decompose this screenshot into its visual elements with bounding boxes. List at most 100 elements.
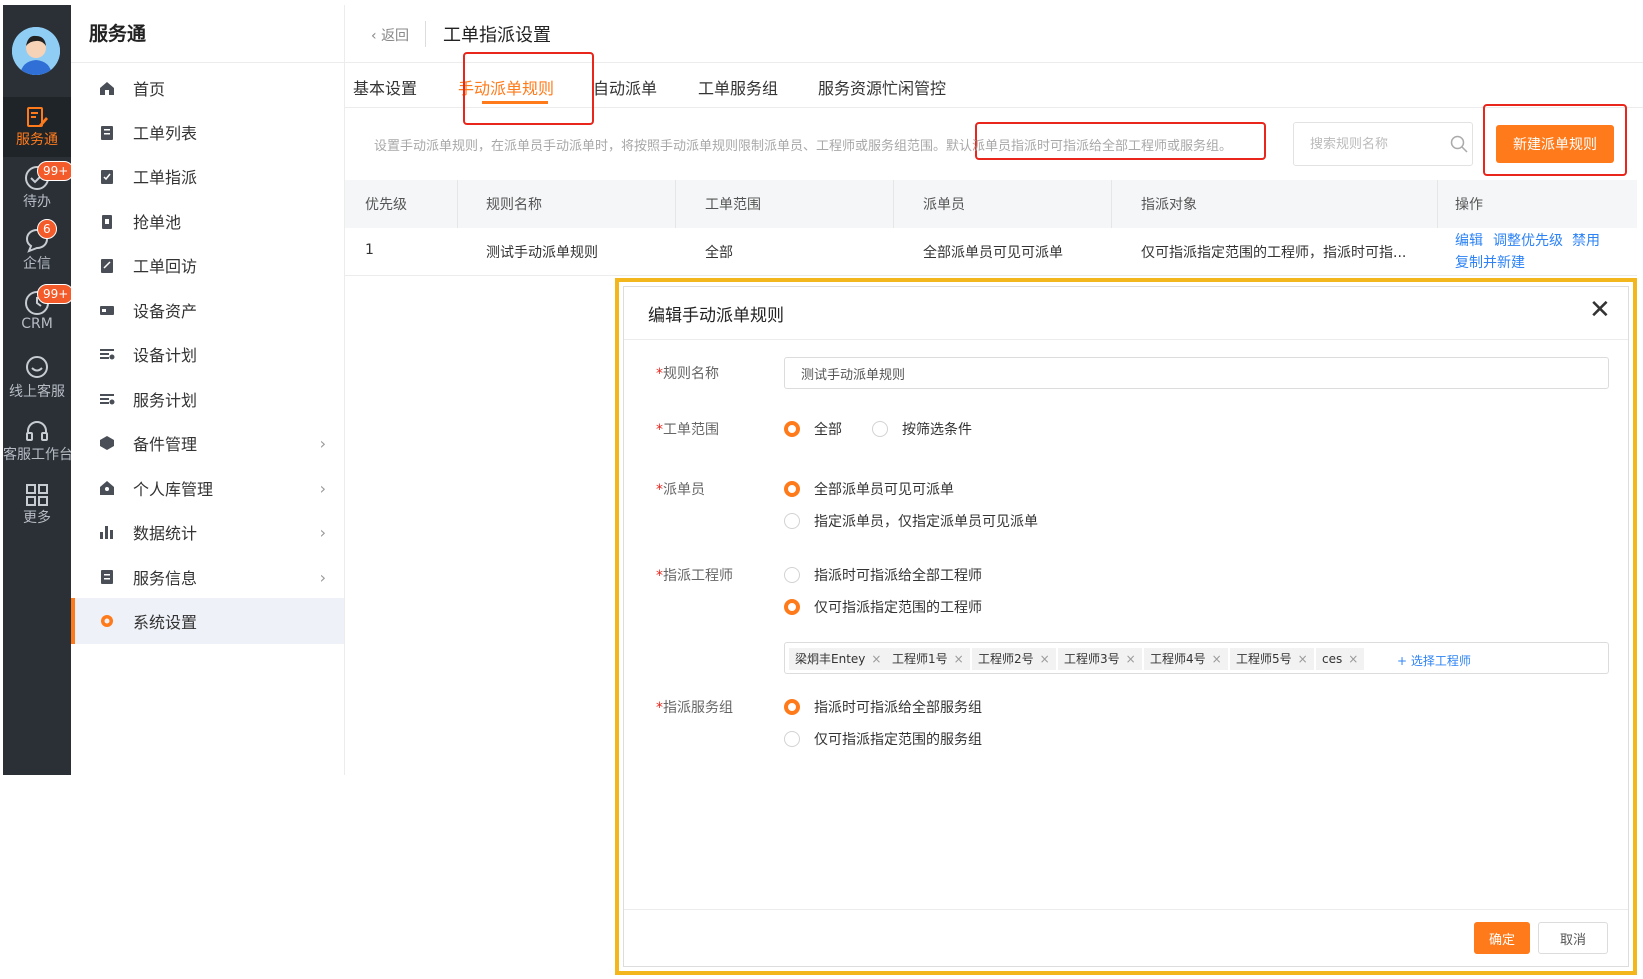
- tag-close-icon[interactable]: ×: [1126, 652, 1136, 666]
- scope-radio-all[interactable]: 全部: [784, 419, 842, 439]
- header-divider: [425, 21, 426, 47]
- edit-rule-dialog: 编辑手动派单规则 ✕ *规则名称 *工单范围 全部 按筛选条件 *派单员 全部派…: [623, 286, 1629, 967]
- sidebar-item-home[interactable]: 首页: [71, 65, 344, 111]
- rail-item-crm[interactable]: CRM 99+: [3, 284, 75, 345]
- select-engineer-link[interactable]: + 选择工程师: [1397, 652, 1471, 669]
- radio-label: 指定派单员，仅指定派单员可见派单: [814, 514, 1038, 530]
- rail-item-label: 待办: [23, 194, 51, 210]
- sidebar-item-label: 工单列表: [133, 124, 198, 143]
- sidebar-item-label: 设备计划: [133, 346, 198, 365]
- engineer-tag-input[interactable]: 梁炯丰Entey × 工程师1号 × 工程师2号 × 工程师3号 × 工程师4号 × 工程…: [784, 642, 1609, 674]
- cell-priority: 1: [365, 242, 374, 258]
- close-icon[interactable]: ✕: [1589, 297, 1611, 323]
- service-group-label: *指派服务组: [656, 700, 733, 716]
- sidebar-item-device-assets[interactable]: 设备资产: [71, 287, 344, 333]
- user-avatar[interactable]: [12, 27, 60, 75]
- sidebar-item-parts[interactable]: 备件管理 ›: [71, 420, 344, 466]
- col-target: 指派对象: [1141, 197, 1197, 213]
- group-radio-all[interactable]: 指派时可指派给全部服务组: [784, 697, 982, 717]
- sidebar-item-ticket-list[interactable]: 工单列表: [71, 109, 344, 155]
- sidebar-title: 服务通: [89, 23, 147, 45]
- avatar-icon: [12, 27, 60, 75]
- sidebar-item-ticket-assign[interactable]: 工单指派: [71, 153, 344, 199]
- smile-chat-icon: [26, 356, 48, 378]
- rail-item-online-service[interactable]: 线上客服: [3, 355, 71, 410]
- rail-item-workbench[interactable]: 客服工作台: [3, 418, 71, 473]
- rail-item-todo[interactable]: 待办 99+: [3, 161, 75, 220]
- copy-and-create-link[interactable]: 复制并新建: [1455, 252, 1525, 272]
- dispatcher-radio-specified[interactable]: 指定派单员，仅指定派单员可见派单: [784, 511, 1038, 531]
- parts-icon: [100, 436, 114, 450]
- tag-close-icon[interactable]: ×: [954, 652, 964, 666]
- highlight-box-tab: [463, 52, 594, 125]
- back-link[interactable]: ‹ 返回: [371, 25, 409, 45]
- radio-label: 按筛选条件: [902, 422, 972, 438]
- info-list-icon: [101, 570, 113, 584]
- rules-description: 设置手动派单规则，在派单员手动派单时，将按照手动派单规则限制派单员、工程师或服务…: [374, 135, 1232, 154]
- confirm-button[interactable]: 确定: [1474, 922, 1530, 954]
- tab-resource-busy-control[interactable]: 服务资源忙闲管控: [818, 75, 946, 99]
- tab-auto-dispatch[interactable]: 自动派单: [593, 75, 657, 99]
- sidebar-item-label: 服务计划: [133, 391, 198, 410]
- tag-close-icon[interactable]: ×: [1348, 652, 1358, 666]
- tag-close-icon[interactable]: ×: [1212, 652, 1222, 666]
- cell-scope: 全部: [705, 245, 733, 261]
- cancel-button[interactable]: 取消: [1538, 922, 1608, 954]
- sidebar-item-label: 数据统计: [133, 524, 198, 543]
- group-radio-specified[interactable]: 仅可指派指定范围的服务组: [784, 729, 982, 749]
- edit-link[interactable]: 编辑: [1455, 230, 1483, 250]
- sidebar-item-revisit[interactable]: 工单回访: [71, 242, 344, 288]
- tag-close-icon[interactable]: ×: [1040, 652, 1050, 666]
- tab-basic-settings[interactable]: 基本设置: [353, 75, 417, 99]
- search-icon[interactable]: [1450, 135, 1468, 153]
- sidebar-item-label: 个人库管理: [133, 480, 214, 499]
- sidebar: 服务通 首页 工单列表 工单指派 抢单池 工单回访 设备资产 设备计划 服务计划…: [71, 5, 345, 775]
- dialog-footer-divider: [624, 909, 1628, 910]
- rail-item-chat[interactable]: 企信 6: [3, 219, 71, 282]
- engineer-radio-specified[interactable]: 仅可指派指定范围的工程师: [784, 597, 982, 617]
- radio-label: 仅可指派指定范围的工程师: [814, 600, 982, 616]
- rail-item-more[interactable]: 更多: [3, 483, 71, 538]
- revisit-icon: [101, 259, 113, 273]
- sidebar-item-service-plan[interactable]: 服务计划: [71, 376, 344, 422]
- adjust-priority-link[interactable]: 调整优先级: [1493, 230, 1563, 250]
- page-title: 工单指派设置: [443, 25, 551, 46]
- sidebar-item-personal-store[interactable]: 个人库管理 ›: [71, 465, 344, 511]
- sidebar-item-label: 服务信息: [133, 569, 198, 588]
- crm-badge: 99+: [37, 284, 75, 304]
- sidebar-item-statistics[interactable]: 数据统计 ›: [71, 509, 344, 555]
- dialog-title: 编辑手动派单规则: [648, 306, 784, 326]
- app-rail: 服务通 待办 99+ 企信 6 CRM 99+ 线上客服 客服工作台 更多: [3, 5, 75, 775]
- rule-name-label: *规则名称: [656, 366, 719, 382]
- tag-close-icon[interactable]: ×: [1298, 652, 1308, 666]
- chevron-right-icon: ›: [319, 522, 326, 542]
- new-dispatch-rule-button[interactable]: 新建派单规则: [1496, 125, 1614, 163]
- dispatcher-radio-all[interactable]: 全部派单员可见可派单: [784, 479, 954, 499]
- rule-name-input[interactable]: [784, 357, 1609, 389]
- tag-close-icon[interactable]: ×: [871, 652, 881, 666]
- radio-dot-selected: [784, 481, 800, 497]
- cell-rule-name: 测试手动派单规则: [486, 245, 598, 261]
- radio-dot-selected: [784, 421, 800, 437]
- search-input[interactable]: [1294, 123, 1434, 165]
- sidebar-item-label: 备件管理: [133, 435, 198, 454]
- chevron-right-icon: ›: [319, 478, 326, 498]
- engineer-radio-all[interactable]: 指派时可指派给全部工程师: [784, 565, 982, 585]
- tab-service-groups[interactable]: 工单服务组: [698, 75, 778, 99]
- sidebar-item-label: 首页: [133, 80, 166, 99]
- rail-item-service[interactable]: 服务通: [3, 97, 71, 157]
- sidebar-item-grab-pool[interactable]: 抢单池: [71, 198, 344, 244]
- sidebar-item-device-plan[interactable]: 设备计划: [71, 331, 344, 377]
- plan-icon: [100, 349, 115, 360]
- dialog-header-divider: [624, 339, 1628, 340]
- sidebar-item-service-info[interactable]: 服务信息 ›: [71, 554, 344, 600]
- engineer-label: *指派工程师: [656, 568, 733, 584]
- engineer-tag: 工程师1号 ×: [886, 648, 970, 670]
- disable-link[interactable]: 禁用: [1572, 230, 1600, 250]
- sidebar-item-system-settings[interactable]: 系统设置: [71, 598, 344, 644]
- grab-icon: [102, 215, 112, 229]
- col-divider: [675, 180, 676, 228]
- rail-item-label: CRM: [21, 316, 53, 332]
- scope-radio-filter[interactable]: 按筛选条件: [872, 419, 972, 439]
- radio-dot: [784, 567, 800, 583]
